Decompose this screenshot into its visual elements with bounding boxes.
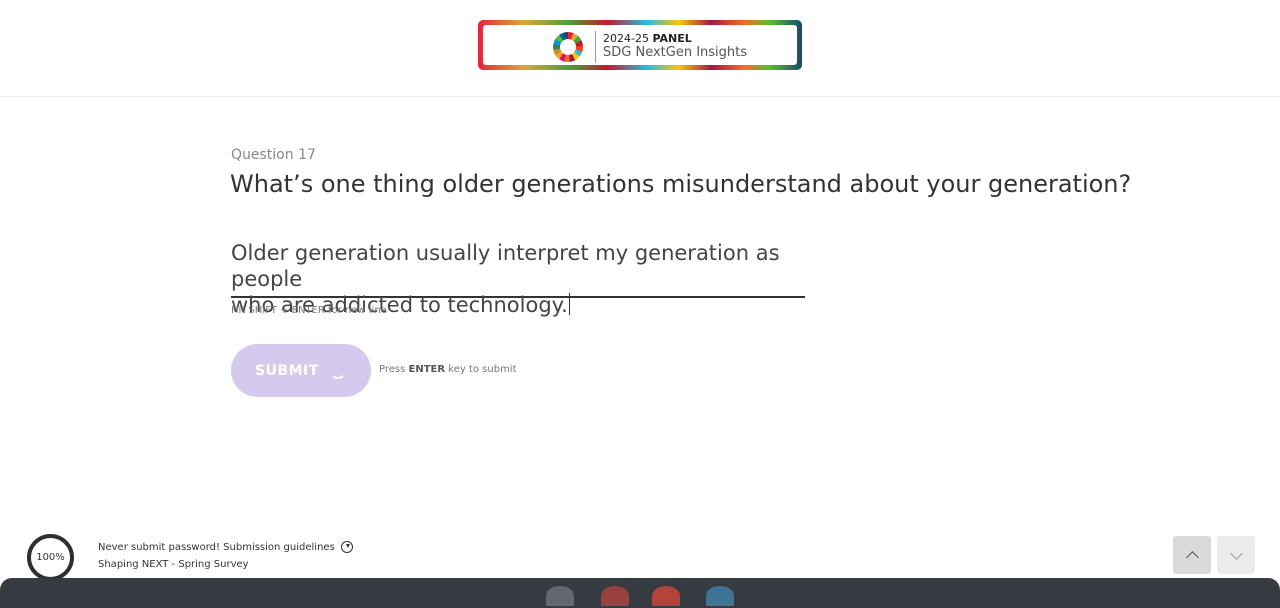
app-red-icon[interactable] bbox=[601, 586, 629, 606]
text-caret bbox=[568, 293, 570, 315]
press-enter-hint: Press ENTER key to submit bbox=[379, 364, 517, 375]
question-number: Question 17 bbox=[231, 147, 316, 163]
submit-button[interactable]: SUBMIT bbox=[231, 344, 371, 397]
progress-value: 100% bbox=[36, 552, 65, 563]
submit-label: SUBMIT bbox=[255, 362, 319, 379]
guidelines-text: Never submit password! Submission guidel… bbox=[98, 541, 335, 553]
answer-line-1: Older generation usually interpret my ge… bbox=[231, 241, 780, 291]
progress-indicator: 100% bbox=[27, 534, 74, 581]
download-circle-icon bbox=[340, 541, 353, 553]
answer-textarea[interactable]: Older generation usually interpret my ge… bbox=[231, 240, 805, 317]
press-suffix: key to submit bbox=[448, 364, 517, 375]
logo-divider bbox=[595, 31, 596, 63]
header: 2024-25 PANEL SDG NextGen Insights bbox=[0, 0, 1280, 97]
sdg-panel-logo: 2024-25 PANEL SDG NextGen Insights bbox=[478, 20, 802, 70]
chevron-down-icon bbox=[1229, 546, 1243, 560]
loading-spinner-icon bbox=[330, 363, 346, 379]
chrome-icon[interactable] bbox=[652, 586, 680, 606]
survey-name: Shaping NEXT - Spring Survey bbox=[98, 559, 249, 570]
files-icon[interactable] bbox=[546, 586, 574, 606]
logo-year: 2024-25 bbox=[603, 32, 649, 45]
sdg-wheel-icon bbox=[553, 32, 583, 62]
next-question-button[interactable] bbox=[1217, 536, 1255, 574]
app-blue-icon[interactable] bbox=[706, 586, 734, 606]
logo-year-line: 2024-25 PANEL bbox=[603, 32, 692, 45]
logo-name: SDG NextGen Insights bbox=[603, 45, 748, 60]
question-title: What’s one thing older generations misun… bbox=[230, 170, 1132, 198]
newline-hint: Hit SHIFT + ENTER for new line bbox=[231, 305, 387, 316]
chevron-up-icon bbox=[1185, 550, 1199, 564]
taskbar bbox=[0, 578, 1280, 608]
logo-panel: PANEL bbox=[652, 32, 692, 45]
press-key: ENTER bbox=[408, 364, 446, 375]
previous-question-button[interactable] bbox=[1173, 536, 1211, 574]
press-prefix: Press bbox=[379, 364, 406, 375]
submission-guidelines-link[interactable]: Never submit password! Submission guidel… bbox=[98, 541, 353, 553]
